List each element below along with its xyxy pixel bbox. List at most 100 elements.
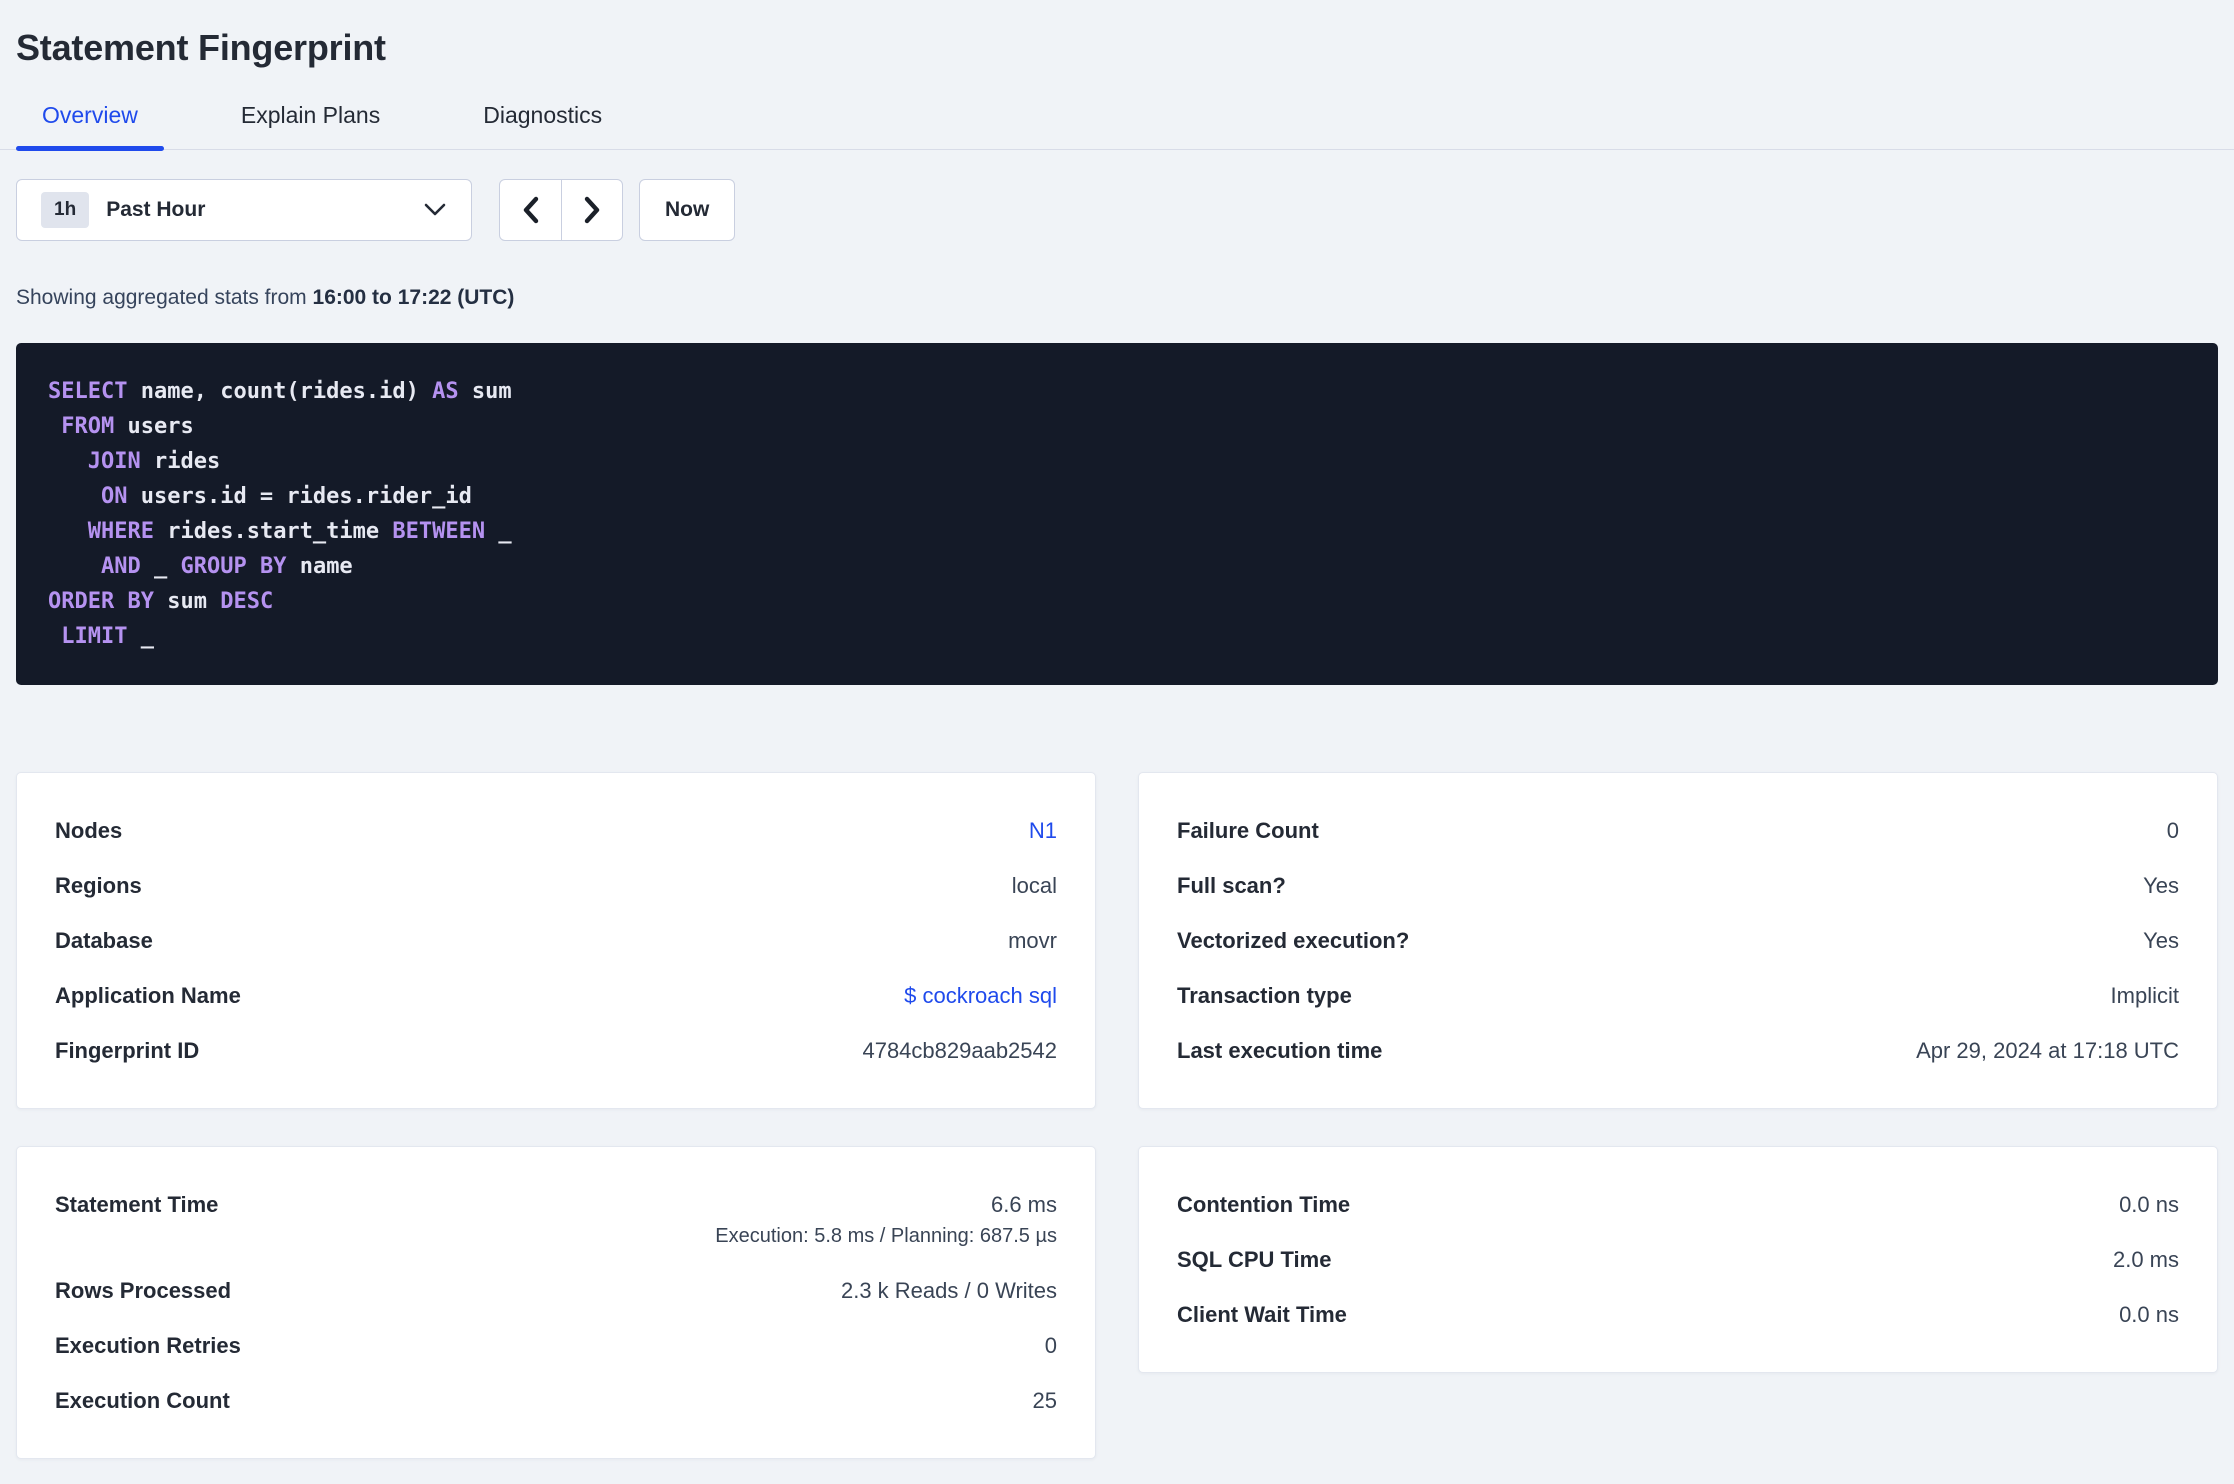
row-label: Contention Time	[1177, 1192, 1351, 1218]
sql-text: users.id = rides.rider_id	[127, 484, 472, 510]
row-label: Statement Time	[55, 1192, 219, 1218]
card-row: Nodes N1	[55, 803, 1057, 858]
tab-overview[interactable]: Overview	[16, 84, 164, 152]
card-row: SQL CPU Time 2.0 ms	[1177, 1232, 2179, 1287]
sql-keyword: AND	[100, 554, 141, 580]
sql-text: _	[140, 554, 181, 580]
row-value-wrap: N1	[1029, 818, 1057, 843]
row-label: Regions	[55, 873, 142, 899]
row-value-link[interactable]: N1	[1029, 818, 1057, 843]
row-label: Nodes	[55, 818, 123, 844]
sql-keyword: BETWEEN	[392, 519, 486, 545]
tab-bar: Overview Explain Plans Diagnostics	[0, 84, 2234, 152]
row-value: 25	[1032, 1388, 1057, 1414]
card-row: Execution Retries 0	[55, 1318, 1057, 1373]
chevron-down-icon	[424, 203, 446, 216]
card-row: Failure Count 0	[1177, 803, 2179, 858]
sql-line: AND _ GROUP BY name	[48, 549, 2186, 584]
card-row: Transaction type Implicit	[1177, 968, 2179, 1023]
sql-text: name, count(rides.id)	[127, 379, 433, 405]
prev-time-button[interactable]	[500, 180, 561, 240]
row-value: local	[1011, 873, 1057, 899]
chevron-right-icon	[584, 196, 600, 224]
tab-explain-plans[interactable]: Explain Plans	[215, 84, 406, 149]
sql-keyword: JOIN	[87, 449, 141, 475]
card-row: Execution Count 25	[55, 1373, 1057, 1428]
sql-keyword: WHERE	[87, 519, 154, 545]
summary-prefix: Showing aggregated stats from	[16, 286, 313, 310]
row-label: Execution Count	[55, 1388, 230, 1414]
card-row: Regions local	[55, 858, 1057, 913]
timing-stats-card: Contention Time 0.0 ns SQL CPU Time 2.0 ms C…	[1138, 1146, 2218, 1374]
timing-stats-rows: Contention Time 0.0 ns SQL CPU Time 2.0 ms C…	[1177, 1177, 2179, 1342]
row-value: 6.6 ms	[990, 1192, 1057, 1218]
row-label: Last execution time	[1177, 1038, 1383, 1064]
execution-attributes-card: Failure Count 0 Full scan? Yes Vectorized ex…	[1138, 772, 2218, 1110]
time-range-duration-badge: 1h	[41, 192, 90, 229]
sql-text: _	[485, 519, 512, 545]
time-range-label: Past Hour	[106, 198, 206, 222]
execution-attributes-rows: Failure Count 0 Full scan? Yes Vectorized ex…	[1177, 803, 2179, 1078]
sql-keyword: FROM	[61, 414, 115, 440]
row-value-wrap: 0.0 ns	[2119, 1302, 2179, 1327]
statement-stats-rows: Statement Time 6.6 ms Execution: 5.8 ms / …	[55, 1177, 1057, 1428]
cards-grid: Nodes N1 Regions local Database movr Applicati…	[16, 772, 2218, 1460]
row-value-wrap: movr	[1008, 928, 1057, 953]
sql-text: users	[114, 414, 194, 440]
aggregated-stats-summary: Showing aggregated stats from 16:00 to 1…	[16, 286, 2218, 310]
sql-text: sum	[458, 379, 512, 405]
row-value: 0.0 ns	[2119, 1302, 2179, 1328]
sql-keyword: GROUP BY	[180, 554, 287, 580]
next-time-button[interactable]	[561, 180, 622, 241]
row-value-wrap: Yes	[2143, 928, 2179, 953]
card-row: Database movr	[55, 913, 1057, 968]
sql-line: LIMIT _	[48, 619, 2186, 654]
row-label: Database	[55, 928, 153, 954]
card-row: Fingerprint ID 4784cb829aab2542	[55, 1023, 1057, 1078]
row-value: Yes	[2143, 873, 2179, 899]
row-label: Fingerprint ID	[55, 1038, 200, 1064]
statement-stats-card: Statement Time 6.6 ms Execution: 5.8 ms / …	[16, 1146, 1096, 1460]
sql-line: ON users.id = rides.rider_id	[48, 479, 2186, 514]
sql-text: _	[127, 624, 154, 650]
row-value-wrap: 4784cb829aab2542	[862, 1038, 1057, 1063]
row-subvalue: Execution: 5.8 ms / Planning: 687.5 µs	[715, 1225, 1057, 1248]
row-value-wrap: 0	[2167, 818, 2179, 843]
sql-line: ORDER BY sum DESC	[48, 584, 2186, 619]
row-label: Vectorized execution?	[1177, 928, 1410, 954]
sql-line: WHERE rides.start_time BETWEEN _	[48, 514, 2186, 549]
row-value: 0	[2166, 818, 2179, 844]
time-range-dropdown[interactable]: 1h Past Hour	[16, 179, 472, 242]
card-row: Contention Time 0.0 ns	[1177, 1177, 2179, 1232]
sql-line: JOIN rides	[48, 444, 2186, 479]
row-value: Apr 29, 2024 at 17:18 UTC	[1916, 1038, 2179, 1064]
sql-text: rides	[140, 449, 221, 475]
row-label: SQL CPU Time	[1177, 1247, 1332, 1273]
row-value: 0	[1044, 1333, 1057, 1359]
sql-statement-block: SELECT name, count(rides.id) AS sum FROM…	[16, 343, 2218, 686]
time-nav-button-group	[499, 179, 623, 242]
row-value: 0.0 ns	[2119, 1192, 2179, 1218]
row-value-link[interactable]: $ cockroach sql	[904, 983, 1057, 1008]
row-value-wrap: Yes	[2143, 873, 2179, 898]
time-controls: 1h Past Hour Now	[16, 179, 2218, 242]
row-value-wrap: 6.6 ms Execution: 5.8 ms / Planning: 687.…	[715, 1192, 1057, 1248]
sql-line: SELECT name, count(rides.id) AS sum	[48, 374, 2186, 409]
now-button[interactable]: Now	[639, 179, 736, 242]
sql-text: rides.start_time	[153, 519, 393, 545]
statement-details-card: Nodes N1 Regions local Database movr Applicati…	[16, 772, 1096, 1110]
row-label: Failure Count	[1177, 818, 1319, 844]
row-label: Transaction type	[1177, 983, 1352, 1009]
sql-text: name	[286, 554, 353, 580]
tab-diagnostics[interactable]: Diagnostics	[457, 84, 628, 149]
sql-keyword: LIMIT	[61, 624, 128, 650]
row-value-wrap: Apr 29, 2024 at 17:18 UTC	[1916, 1038, 2179, 1063]
row-value-wrap: 0	[1045, 1333, 1057, 1358]
card-row: Statement Time 6.6 ms Execution: 5.8 ms / …	[55, 1177, 1057, 1263]
sql-keyword: ORDER BY	[48, 589, 154, 615]
sql-keyword: DESC	[220, 589, 274, 615]
